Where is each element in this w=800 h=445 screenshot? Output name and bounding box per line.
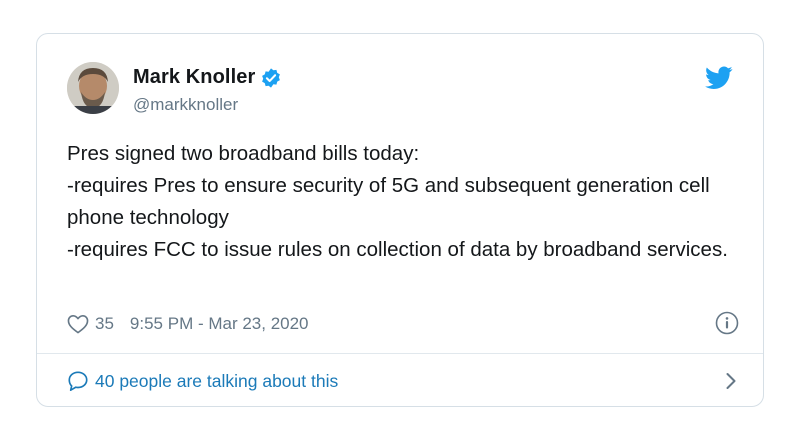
tweet-header: Mark Knoller @markknoller [67,62,735,118]
tweet-timestamp[interactable]: 9:55 PM - Mar 23, 2020 [130,314,309,334]
author-handle[interactable]: @markknoller [133,95,238,115]
conversation-link[interactable]: 40 people are talking about this [67,366,739,396]
speech-bubble-icon [68,371,88,391]
heart-outline-icon[interactable] [67,314,89,334]
divider [37,353,763,354]
name-row: Mark Knoller [133,66,282,89]
talking-count-link[interactable]: 40 people are talking about this [95,371,338,392]
twitter-bird-icon[interactable] [705,66,733,90]
info-circle-icon[interactable] [715,311,739,335]
avatar[interactable] [67,62,119,114]
like-count: 35 [95,314,114,333]
author-name[interactable]: Mark Knoller [133,66,255,89]
tweet-card: Mark Knoller @markknoller Pres signed tw… [36,33,764,407]
verified-badge-icon [262,67,281,88]
avatar-photo [67,62,119,114]
chevron-right-icon[interactable] [725,372,737,390]
tweet-meta: 35 9:55 PM - Mar 23, 2020 [67,311,739,337]
tweet-text: Pres signed two broadband bills today: -… [67,142,728,261]
